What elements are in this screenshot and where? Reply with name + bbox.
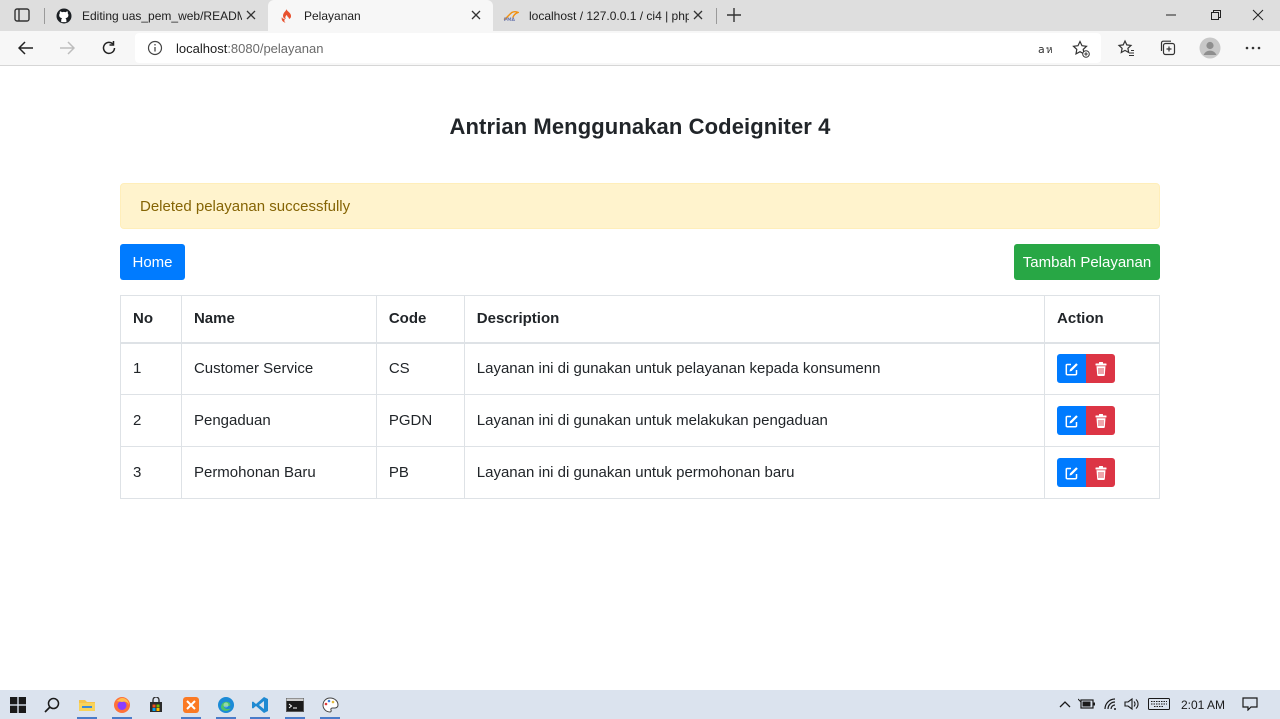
taskbar-clock[interactable]: 2:01 AM	[1181, 698, 1225, 712]
cell-code: PB	[375, 446, 465, 499]
cell-action	[1044, 394, 1160, 447]
cell-code: CS	[375, 342, 465, 395]
close-tab-icon[interactable]	[469, 8, 483, 22]
firefox-icon[interactable]	[110, 693, 134, 719]
pelayanan-table: No Name Code Description Action 1 Custom…	[120, 295, 1160, 499]
close-tab-icon[interactable]	[244, 8, 258, 22]
profile-avatar-icon[interactable]	[1199, 37, 1221, 59]
tab-actions-icon[interactable]	[8, 4, 36, 26]
cell-code: PGDN	[375, 394, 465, 447]
microsoft-store-icon[interactable]	[144, 693, 168, 717]
cell-description: Layanan ini di gunakan untuk melakukan p…	[463, 394, 1046, 447]
column-header-action: Action	[1044, 295, 1160, 344]
edit-icon	[1065, 466, 1078, 479]
terminal-icon[interactable]	[283, 693, 307, 719]
cell-no: 1	[120, 342, 182, 395]
address-bar[interactable]: localhost:8080/pelayanan aห	[135, 33, 1101, 63]
column-header-name: Name	[180, 295, 377, 344]
edit-icon	[1065, 414, 1078, 427]
vscode-icon[interactable]	[248, 693, 272, 719]
edit-icon	[1065, 362, 1078, 376]
cell-action	[1044, 446, 1160, 499]
table-header: No Name Code Description Action	[120, 295, 1160, 344]
xampp-icon[interactable]	[179, 693, 203, 719]
back-arrow-icon[interactable]	[12, 35, 40, 61]
browser-tab-strip: Editing uas_pem_web/README.md Pelayanan …	[0, 0, 1280, 31]
table-row: 2 Pengaduan PGDN Layanan ini di gunakan …	[120, 394, 1160, 447]
favorites-icon[interactable]	[1115, 37, 1137, 59]
windows-start-icon[interactable]	[6, 693, 30, 717]
minimize-icon[interactable]	[1151, 3, 1191, 27]
notifications-icon[interactable]	[1240, 695, 1260, 713]
close-window-icon[interactable]	[1238, 3, 1278, 27]
cell-no: 3	[120, 446, 182, 499]
file-explorer-icon[interactable]	[75, 693, 99, 719]
trash-icon	[1095, 361, 1107, 376]
restore-icon[interactable]	[1196, 3, 1236, 27]
tab-title: localhost / 127.0.0.1 / ci4 | phpMyAdmin	[529, 8, 689, 23]
keyboard-icon[interactable]	[1147, 695, 1171, 713]
cell-description: Layanan ini di gunakan untuk permohonan …	[463, 446, 1046, 499]
edit-button[interactable]	[1057, 354, 1087, 384]
edit-button[interactable]	[1057, 406, 1087, 435]
column-header-no: No	[120, 295, 182, 344]
collections-icon[interactable]	[1157, 37, 1179, 59]
trash-icon	[1095, 413, 1107, 428]
trash-icon	[1095, 465, 1107, 480]
windows-taskbar: 2:01 AM	[0, 690, 1280, 719]
column-header-code: Code	[375, 295, 465, 344]
search-icon[interactable]	[40, 693, 64, 717]
forward-arrow-icon[interactable]	[53, 35, 81, 61]
tab-pelayanan[interactable]: Pelayanan	[268, 0, 493, 31]
cell-no: 2	[120, 394, 182, 447]
url-host: localhost	[176, 41, 228, 56]
close-tab-icon[interactable]	[691, 8, 705, 22]
cell-name: Customer Service	[180, 342, 377, 395]
delete-button[interactable]	[1086, 354, 1116, 384]
wifi-icon[interactable]	[1101, 695, 1121, 713]
site-info-icon[interactable]	[147, 40, 163, 56]
table-row: 3 Permohonan Baru PB Layanan ini di guna…	[120, 446, 1160, 499]
add-pelayanan-button[interactable]: Tambah Pelayanan	[1014, 244, 1160, 280]
tab-phpmyadmin[interactable]: PMA localhost / 127.0.0.1 / ci4 | phpMyA…	[493, 0, 715, 31]
cell-name: Pengaduan	[180, 394, 377, 447]
read-aloud-icon[interactable]: aห	[1038, 40, 1056, 58]
edge-icon[interactable]	[214, 693, 238, 719]
paint-icon[interactable]	[318, 693, 342, 719]
page-content: Antrian Menggunakan Codeigniter 4 Delete…	[0, 66, 1280, 690]
table-row: 1 Customer Service CS Layanan ini di gun…	[120, 342, 1160, 395]
delete-button[interactable]	[1086, 406, 1116, 435]
address-url: localhost:8080/pelayanan	[176, 41, 323, 56]
delete-button[interactable]	[1086, 458, 1116, 487]
tab-github[interactable]: Editing uas_pem_web/README.md	[46, 0, 268, 31]
tab-title: Pelayanan	[304, 8, 361, 23]
svg-text:PMA: PMA	[504, 16, 516, 21]
tab-title: Editing uas_pem_web/README.md	[82, 8, 242, 23]
edit-button[interactable]	[1057, 458, 1087, 487]
cell-name: Permohonan Baru	[180, 446, 377, 499]
github-icon	[56, 8, 72, 24]
success-alert: Deleted pelayanan successfully	[120, 183, 1160, 229]
add-favorite-icon[interactable]	[1072, 40, 1090, 58]
tab-separator	[716, 8, 717, 24]
codeigniter-icon	[278, 8, 294, 24]
cell-action	[1044, 342, 1160, 395]
svg-text:a: a	[1038, 43, 1045, 56]
browser-toolbar: localhost:8080/pelayanan aห	[0, 31, 1280, 65]
url-path: :8080/pelayanan	[227, 41, 324, 56]
home-button[interactable]: Home	[120, 244, 185, 280]
battery-icon[interactable]	[1077, 695, 1097, 713]
chevron-up-icon[interactable]	[1055, 695, 1075, 713]
page-title: Antrian Menggunakan Codeigniter 4	[449, 114, 831, 139]
volume-icon[interactable]	[1122, 695, 1142, 713]
cell-description: Layanan ini di gunakan untuk pelayanan k…	[463, 342, 1046, 395]
svg-text:ห: ห	[1046, 45, 1053, 56]
more-options-icon[interactable]	[1242, 37, 1264, 59]
new-tab-icon[interactable]	[722, 4, 746, 26]
refresh-icon[interactable]	[95, 35, 123, 61]
phpmyadmin-icon: PMA	[503, 8, 519, 24]
tab-separator	[44, 8, 45, 24]
column-header-description: Description	[463, 295, 1046, 344]
